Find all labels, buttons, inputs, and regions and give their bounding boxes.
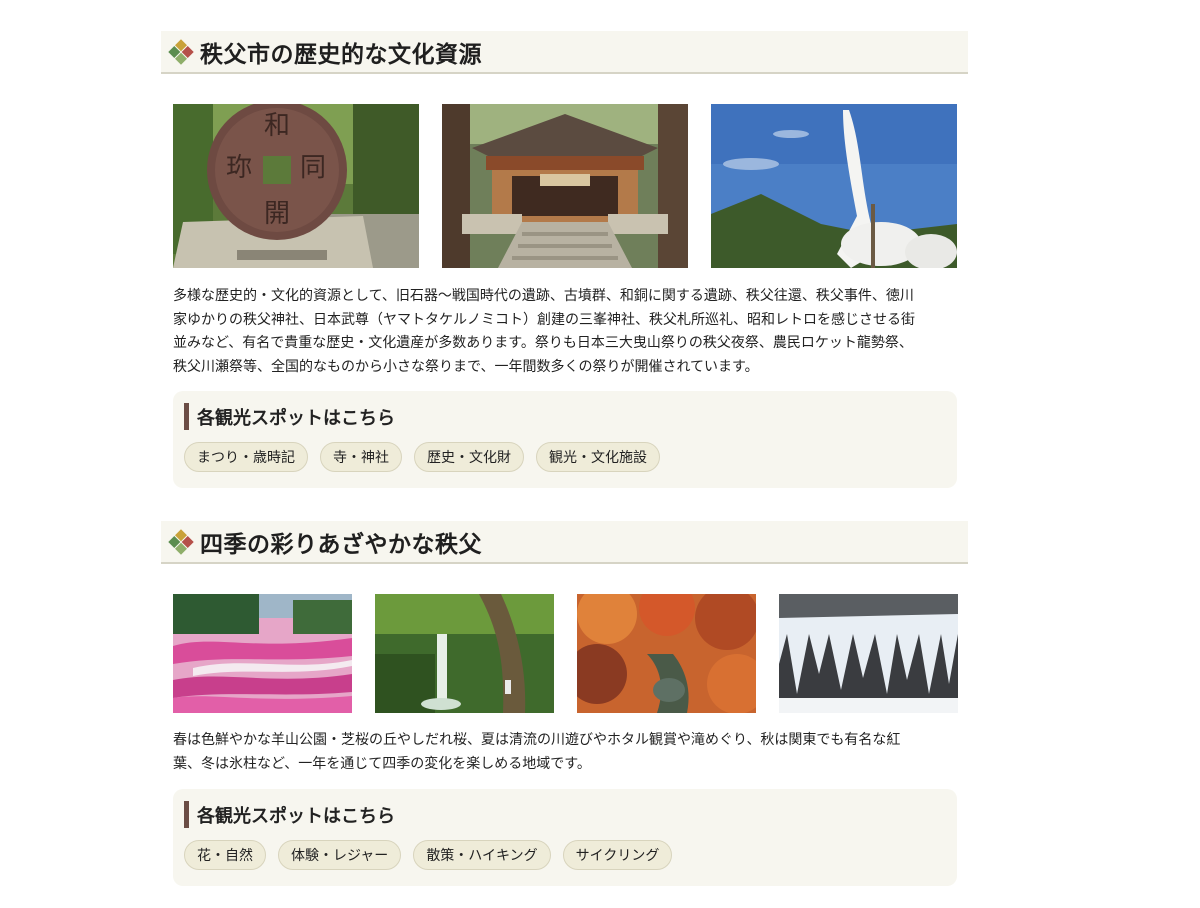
- tag-flowers-nature[interactable]: 花・自然: [184, 840, 266, 870]
- tag-experience-leisure[interactable]: 体験・レジャー: [278, 840, 402, 870]
- tag-list: 花・自然 体験・レジャー 散策・ハイキング サイクリング: [184, 840, 946, 870]
- spot-links-box: 各観光スポットはこちら まつり・歳時記 寺・神社 歴史・文化財 観光・文化施設: [173, 391, 957, 488]
- section-history: 秩父市の歴史的な文化資源 和 同 開 珎 多様な歴史的・文化的資源として、旧石器…: [161, 31, 968, 488]
- section-heading: 四季の彩りあざやかな秩父: [161, 521, 968, 564]
- diamond-icon: [168, 38, 194, 65]
- description-line: 並みなど、有名で貴重な歴史・文化遺産が多数あります。祭りも日本三大曳山祭りの秩父…: [173, 335, 913, 351]
- photo-autumn-gorge: [577, 594, 756, 713]
- description-line: 春は色鮮やかな羊山公園・芝桜の丘やしだれ桜、夏は清流の川遊びやホタル観賞や滝めぐ…: [173, 732, 901, 748]
- photo-wado-coin-monument: 和 同 開 珎: [173, 104, 419, 268]
- description-line: 秩父川瀬祭等、全国的なものから小さな祭りまで、一年間数多くの祭りが開催されていま…: [173, 358, 759, 375]
- page: 秩父市の歴史的な文化資源 和 同 開 珎 多様な歴史的・文化的資源として、旧石器…: [0, 0, 1200, 908]
- tag-cycling[interactable]: サイクリング: [562, 840, 673, 870]
- photo-icicles: [779, 594, 958, 713]
- tag-walking-hiking[interactable]: 散策・ハイキング: [413, 840, 551, 870]
- section-seasons: 四季の彩りあざやかな秩父 春は色鮮やかな羊山公園・芝桜の丘やしだれ桜、夏は清流の…: [161, 521, 968, 886]
- spot-links-title: 各観光スポットはこちら: [184, 801, 946, 828]
- section-title: 四季の彩りあざやかな秩父: [200, 531, 482, 558]
- tag-festivals[interactable]: まつり・歳時記: [184, 442, 308, 472]
- coin-char-right: 同: [300, 153, 326, 183]
- diamond-icon: [168, 528, 194, 555]
- photo-ryusei-rocket: [711, 104, 957, 268]
- description-line: 家ゆかりの秩父神社、日本武尊（ヤマトタケルノミコト）創建の三峯神社、秩父札所巡礼…: [173, 311, 915, 328]
- spot-links-box: 各観光スポットはこちら 花・自然 体験・レジャー 散策・ハイキング サイクリング: [173, 789, 957, 886]
- photo-shibazakura: [173, 594, 352, 713]
- coin-char-bottom: 開: [264, 199, 290, 229]
- photo-mitsumine-shrine: [442, 104, 688, 268]
- photo-waterfall: [375, 594, 554, 713]
- spot-links-title: 各観光スポットはこちら: [184, 403, 946, 430]
- photo-row: 和 同 開 珎: [173, 104, 957, 268]
- coin-char-left: 珎: [226, 153, 252, 183]
- section-heading: 秩父市の歴史的な文化資源: [161, 31, 968, 74]
- description-line: 葉、冬は氷柱など、一年を通じて四季の変化を楽しめる地域です。: [173, 755, 591, 772]
- tag-culture-facilities[interactable]: 観光・文化施設: [536, 442, 660, 472]
- coin-char-top: 和: [264, 111, 290, 141]
- tag-history-culture[interactable]: 歴史・文化財: [414, 442, 524, 472]
- section-description: 多様な歴史的・文化的資源として、旧石器〜戦国時代の遺跡、古墳群、和銅に関する遺跡…: [173, 285, 953, 379]
- section-title: 秩父市の歴史的な文化資源: [200, 41, 482, 68]
- tag-temples-shrines[interactable]: 寺・神社: [320, 442, 402, 472]
- photo-row: [173, 594, 958, 713]
- description-line: 多様な歴史的・文化的資源として、旧石器〜戦国時代の遺跡、古墳群、和銅に関する遺跡…: [173, 288, 914, 304]
- section-description: 春は色鮮やかな羊山公園・芝桜の丘やしだれ桜、夏は清流の川遊びやホタル観賞や滝めぐ…: [173, 729, 953, 776]
- tag-list: まつり・歳時記 寺・神社 歴史・文化財 観光・文化施設: [184, 442, 946, 472]
